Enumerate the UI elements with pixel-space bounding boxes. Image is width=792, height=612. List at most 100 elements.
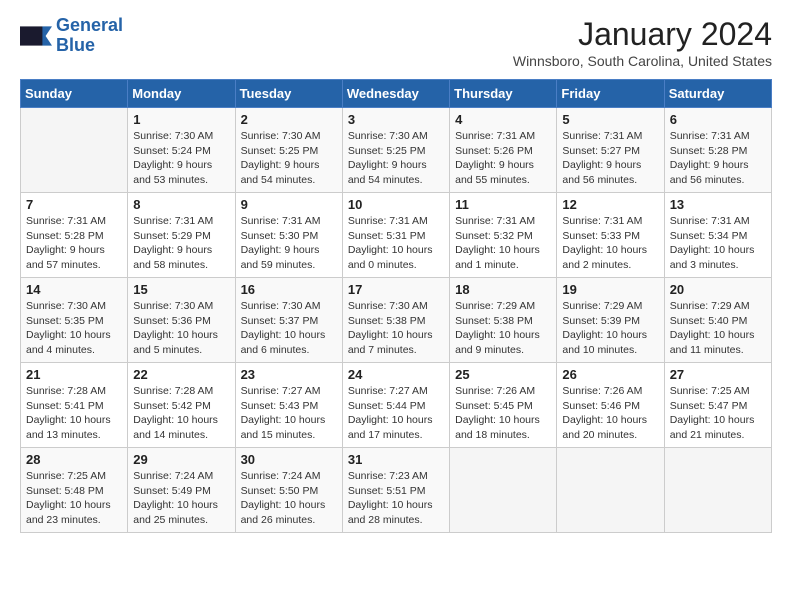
calendar-cell: 13 Sunrise: 7:31 AM Sunset: 5:34 PM Dayli… [664, 193, 771, 278]
day-info: Sunrise: 7:31 AM Sunset: 5:32 PM Dayligh… [455, 214, 551, 273]
day-number: 16 [241, 282, 337, 297]
calendar-cell [21, 108, 128, 193]
day-number: 22 [133, 367, 229, 382]
calendar-cell: 20 Sunrise: 7:29 AM Sunset: 5:40 PM Dayli… [664, 278, 771, 363]
day-number: 31 [348, 452, 444, 467]
day-number: 13 [670, 197, 766, 212]
calendar-cell: 5 Sunrise: 7:31 AM Sunset: 5:27 PM Daylig… [557, 108, 664, 193]
calendar-cell: 16 Sunrise: 7:30 AM Sunset: 5:37 PM Dayli… [235, 278, 342, 363]
calendar-cell: 12 Sunrise: 7:31 AM Sunset: 5:33 PM Dayli… [557, 193, 664, 278]
day-number: 25 [455, 367, 551, 382]
calendar-cell [557, 448, 664, 533]
day-info: Sunrise: 7:31 AM Sunset: 5:27 PM Dayligh… [562, 129, 658, 188]
month-title: January 2024 [513, 16, 772, 53]
calendar-cell: 31 Sunrise: 7:23 AM Sunset: 5:51 PM Dayli… [342, 448, 449, 533]
day-info: Sunrise: 7:27 AM Sunset: 5:44 PM Dayligh… [348, 384, 444, 443]
day-info: Sunrise: 7:27 AM Sunset: 5:43 PM Dayligh… [241, 384, 337, 443]
calendar-cell: 22 Sunrise: 7:28 AM Sunset: 5:42 PM Dayli… [128, 363, 235, 448]
day-number: 29 [133, 452, 229, 467]
weekday-header: Thursday [450, 80, 557, 108]
calendar-cell: 19 Sunrise: 7:29 AM Sunset: 5:39 PM Dayli… [557, 278, 664, 363]
day-info: Sunrise: 7:31 AM Sunset: 5:26 PM Dayligh… [455, 129, 551, 188]
day-number: 4 [455, 112, 551, 127]
calendar-cell: 4 Sunrise: 7:31 AM Sunset: 5:26 PM Daylig… [450, 108, 557, 193]
calendar-cell: 21 Sunrise: 7:28 AM Sunset: 5:41 PM Dayli… [21, 363, 128, 448]
weekday-header: Monday [128, 80, 235, 108]
page-header: General Blue January 2024 Winnsboro, Sou… [20, 16, 772, 69]
day-info: Sunrise: 7:30 AM Sunset: 5:37 PM Dayligh… [241, 299, 337, 358]
calendar-cell: 25 Sunrise: 7:26 AM Sunset: 5:45 PM Dayli… [450, 363, 557, 448]
day-number: 12 [562, 197, 658, 212]
calendar-cell: 8 Sunrise: 7:31 AM Sunset: 5:29 PM Daylig… [128, 193, 235, 278]
day-number: 5 [562, 112, 658, 127]
calendar-cell [450, 448, 557, 533]
calendar-cell [664, 448, 771, 533]
day-info: Sunrise: 7:24 AM Sunset: 5:50 PM Dayligh… [241, 469, 337, 528]
calendar-cell: 10Sunrise: 7:31 AM Sunset: 5:31 PM Dayli… [342, 193, 449, 278]
calendar-cell: 18 Sunrise: 7:29 AM Sunset: 5:38 PM Dayli… [450, 278, 557, 363]
day-info: Sunrise: 7:25 AM Sunset: 5:47 PM Dayligh… [670, 384, 766, 443]
calendar-cell: 27 Sunrise: 7:25 AM Sunset: 5:47 PM Dayli… [664, 363, 771, 448]
day-info: Sunrise: 7:25 AM Sunset: 5:48 PM Dayligh… [26, 469, 122, 528]
location-title: Winnsboro, South Carolina, United States [513, 53, 772, 69]
logo-text: General Blue [56, 16, 123, 56]
logo: General Blue [20, 16, 123, 56]
day-number: 27 [670, 367, 766, 382]
day-number: 14 [26, 282, 122, 297]
calendar-cell: 3 Sunrise: 7:30 AM Sunset: 5:25 PM Daylig… [342, 108, 449, 193]
calendar-cell: 26Sunrise: 7:26 AM Sunset: 5:46 PM Dayli… [557, 363, 664, 448]
weekday-header: Tuesday [235, 80, 342, 108]
day-number: 30 [241, 452, 337, 467]
day-info: Sunrise: 7:30 AM Sunset: 5:36 PM Dayligh… [133, 299, 229, 358]
day-number: 21 [26, 367, 122, 382]
day-number: 15 [133, 282, 229, 297]
day-number: 19 [562, 282, 658, 297]
calendar-cell: 30 Sunrise: 7:24 AM Sunset: 5:50 PM Dayli… [235, 448, 342, 533]
day-info: Sunrise: 7:28 AM Sunset: 5:42 PM Dayligh… [133, 384, 229, 443]
day-number: 23 [241, 367, 337, 382]
day-info: Sunrise: 7:29 AM Sunset: 5:40 PM Dayligh… [670, 299, 766, 358]
day-info: Sunrise: 7:30 AM Sunset: 5:38 PM Dayligh… [348, 299, 444, 358]
day-info: Sunrise: 7:30 AM Sunset: 5:35 PM Dayligh… [26, 299, 122, 358]
day-info: Sunrise: 7:26 AM Sunset: 5:45 PM Dayligh… [455, 384, 551, 443]
day-number: 1 [133, 112, 229, 127]
day-info: Sunrise: 7:29 AM Sunset: 5:38 PM Dayligh… [455, 299, 551, 358]
calendar-table: SundayMondayTuesdayWednesdayThursdayFrid… [20, 79, 772, 533]
day-number: 24 [348, 367, 444, 382]
day-number: 9 [241, 197, 337, 212]
day-info: Sunrise: 7:31 AM Sunset: 5:34 PM Dayligh… [670, 214, 766, 273]
calendar-cell: 28Sunrise: 7:25 AM Sunset: 5:48 PM Dayli… [21, 448, 128, 533]
day-info: Sunrise: 7:31 AM Sunset: 5:28 PM Dayligh… [670, 129, 766, 188]
weekday-header: Saturday [664, 80, 771, 108]
day-number: 10 [348, 197, 444, 212]
weekday-header: Friday [557, 80, 664, 108]
day-number: 8 [133, 197, 229, 212]
day-info: Sunrise: 7:31 AM Sunset: 5:29 PM Dayligh… [133, 214, 229, 273]
day-info: Sunrise: 7:30 AM Sunset: 5:24 PM Dayligh… [133, 129, 229, 188]
day-info: Sunrise: 7:30 AM Sunset: 5:25 PM Dayligh… [348, 129, 444, 188]
calendar-cell: 6 Sunrise: 7:31 AM Sunset: 5:28 PM Daylig… [664, 108, 771, 193]
calendar-cell: 17Sunrise: 7:30 AM Sunset: 5:38 PM Dayli… [342, 278, 449, 363]
day-number: 7 [26, 197, 122, 212]
day-info: Sunrise: 7:31 AM Sunset: 5:28 PM Dayligh… [26, 214, 122, 273]
day-info: Sunrise: 7:26 AM Sunset: 5:46 PM Dayligh… [562, 384, 658, 443]
day-number: 20 [670, 282, 766, 297]
calendar-cell: 1 Sunrise: 7:30 AM Sunset: 5:24 PM Daylig… [128, 108, 235, 193]
calendar-cell: 9Sunrise: 7:31 AM Sunset: 5:30 PM Daylig… [235, 193, 342, 278]
calendar-cell: 24 Sunrise: 7:27 AM Sunset: 5:44 PM Dayli… [342, 363, 449, 448]
day-info: Sunrise: 7:30 AM Sunset: 5:25 PM Dayligh… [241, 129, 337, 188]
calendar-cell: 7 Sunrise: 7:31 AM Sunset: 5:28 PM Daylig… [21, 193, 128, 278]
day-info: Sunrise: 7:28 AM Sunset: 5:41 PM Dayligh… [26, 384, 122, 443]
weekday-header: Sunday [21, 80, 128, 108]
day-number: 3 [348, 112, 444, 127]
day-info: Sunrise: 7:31 AM Sunset: 5:33 PM Dayligh… [562, 214, 658, 273]
day-number: 18 [455, 282, 551, 297]
calendar-cell: 2Sunrise: 7:30 AM Sunset: 5:25 PM Daylig… [235, 108, 342, 193]
calendar-cell: 23 Sunrise: 7:27 AM Sunset: 5:43 PM Dayli… [235, 363, 342, 448]
day-info: Sunrise: 7:24 AM Sunset: 5:49 PM Dayligh… [133, 469, 229, 528]
day-info: Sunrise: 7:23 AM Sunset: 5:51 PM Dayligh… [348, 469, 444, 528]
day-number: 6 [670, 112, 766, 127]
logo-icon [20, 20, 52, 52]
calendar-cell: 11Sunrise: 7:31 AM Sunset: 5:32 PM Dayli… [450, 193, 557, 278]
day-info: Sunrise: 7:29 AM Sunset: 5:39 PM Dayligh… [562, 299, 658, 358]
